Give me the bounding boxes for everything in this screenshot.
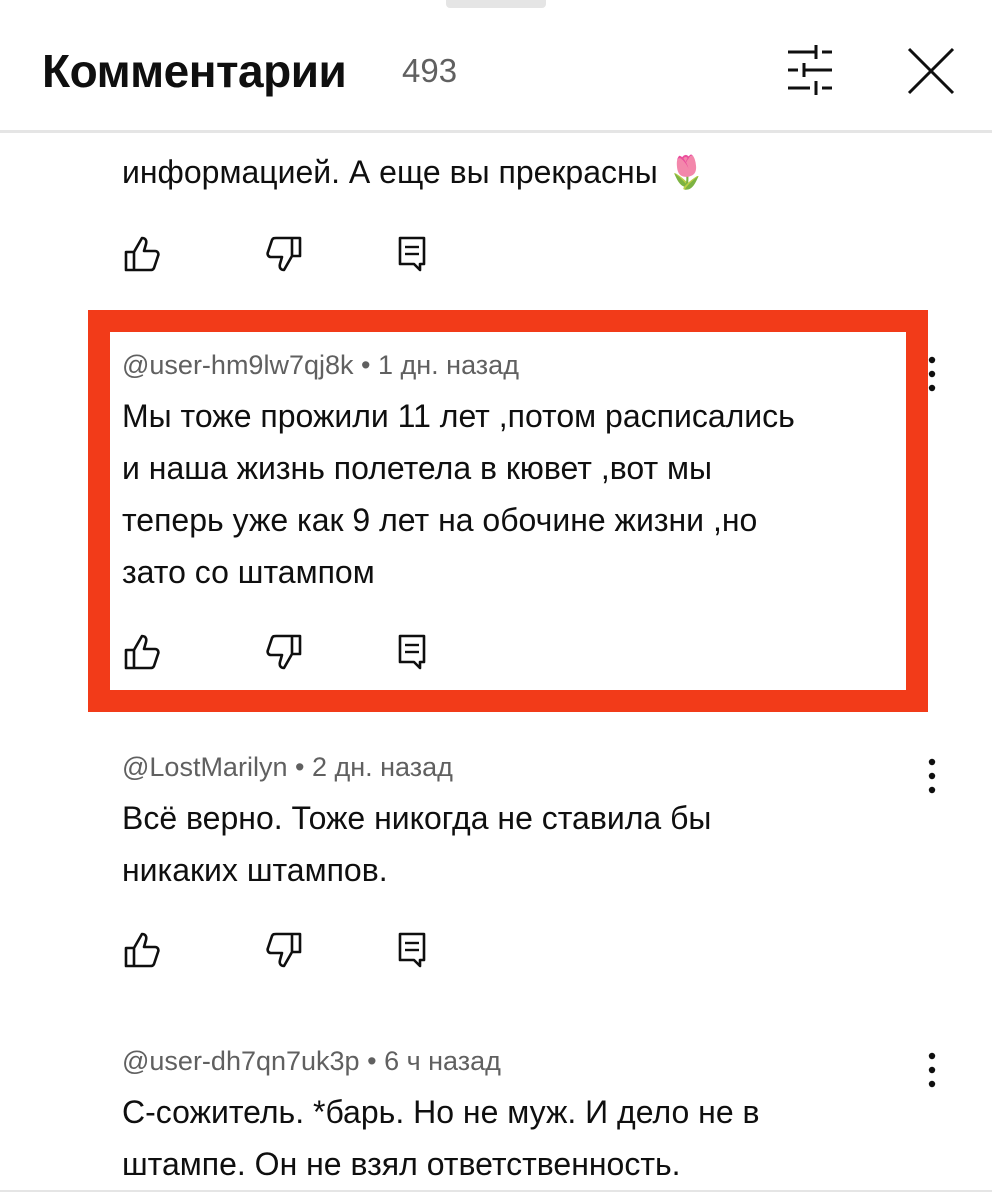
comment-text-line: зато со штампом — [122, 554, 375, 590]
comment-time: 6 ч назад — [384, 1046, 501, 1076]
header-divider — [0, 130, 992, 133]
meta-separator: • — [367, 1046, 385, 1076]
dislike-button[interactable] — [264, 930, 304, 970]
dislike-button[interactable] — [264, 632, 304, 672]
comment-text-line: информацией. А еще вы прекрасны 🌷 — [122, 154, 707, 190]
reply-icon — [398, 634, 426, 670]
comment-text-line: С-сожитель. *барь. Но не муж. И дело не … — [122, 1094, 760, 1130]
reply-icon — [398, 932, 426, 968]
dislike-button[interactable] — [264, 234, 304, 274]
page-title: Комментарии — [42, 45, 347, 97]
like-button[interactable] — [122, 632, 162, 672]
comment-time: 2 дн. назад — [311, 752, 453, 782]
comment-text-line: Мы тоже прожили 11 лет ,потом расписалис… — [122, 398, 795, 434]
comment-meta: @user-hm9lw7qj8k • 1 дн. назад — [122, 350, 519, 381]
comments-header: Комментарии 493 — [0, 0, 992, 133]
comment-text-line: теперь уже как 9 лет на обочине жизни ,н… — [122, 502, 758, 538]
reply-button[interactable] — [392, 632, 432, 672]
reply-button[interactable] — [392, 930, 432, 970]
comment-author[interactable]: @user-dh7qn7uk3p — [122, 1046, 360, 1076]
filter-button[interactable] — [780, 40, 840, 100]
close-button[interactable] — [900, 40, 962, 102]
more-options-button[interactable] — [918, 756, 946, 796]
thumb-up-icon — [124, 236, 160, 272]
thumb-down-icon — [266, 932, 302, 968]
like-button[interactable] — [122, 234, 162, 274]
comment-meta: @user-dh7qn7uk3p • 6 ч назад — [122, 1046, 501, 1077]
more-options-button[interactable] — [918, 354, 946, 394]
comment-meta: @LostMarilyn • 2 дн. назад — [122, 752, 453, 783]
meta-separator: • — [294, 752, 312, 782]
thumb-down-icon — [266, 634, 302, 670]
comment-text-line: штампе. Он не взял ответственность. — [122, 1146, 681, 1182]
more-vertical-icon — [928, 758, 936, 794]
sliders-icon — [788, 45, 832, 95]
comment-author[interactable]: @user-hm9lw7qj8k — [122, 350, 354, 380]
more-vertical-icon — [928, 356, 936, 392]
more-options-button[interactable] — [918, 1050, 946, 1090]
thumb-up-icon — [124, 634, 160, 670]
close-icon — [907, 47, 955, 95]
like-button[interactable] — [122, 930, 162, 970]
comment-text-line: никаких штампов. — [122, 852, 388, 888]
comment-time: 1 дн. назад — [377, 350, 519, 380]
comment-author[interactable]: @LostMarilyn — [122, 752, 287, 782]
reply-button[interactable] — [392, 234, 432, 274]
bottom-divider — [0, 1190, 992, 1192]
comment-text-line: и наша жизнь полетела в кювет ,вот мы — [122, 450, 712, 486]
comment-text-line: Всё верно. Тоже никогда не ставила бы — [122, 800, 712, 836]
thumb-down-icon — [266, 236, 302, 272]
more-vertical-icon — [928, 1052, 936, 1088]
reply-icon — [398, 236, 426, 272]
meta-separator: • — [361, 350, 378, 380]
comment-count: 493 — [402, 52, 458, 89]
thumb-up-icon — [124, 932, 160, 968]
